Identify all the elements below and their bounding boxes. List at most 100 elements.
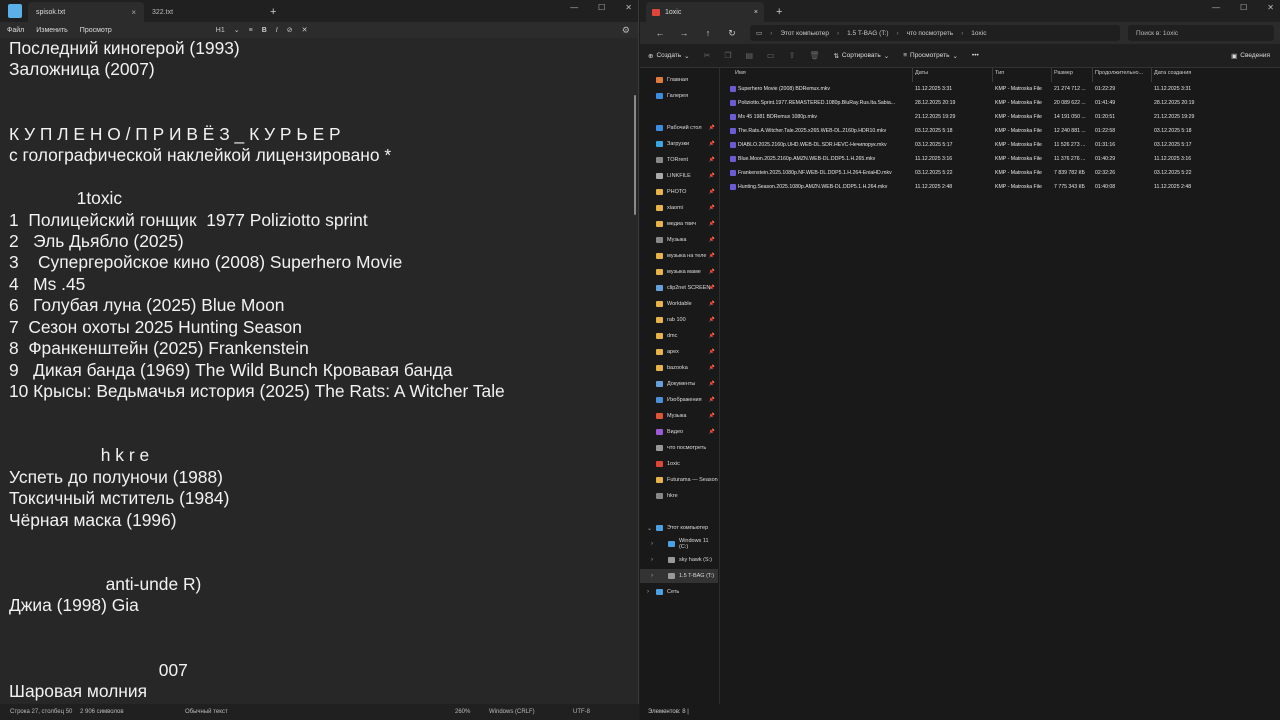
details-button[interactable]: ▣ Сведения [1231, 52, 1270, 60]
sidebar-item[interactable]: clip2net SCREEN 📌 [640, 281, 718, 295]
pin-icon[interactable]: 📌 [709, 365, 715, 371]
pin-icon[interactable]: 📌 [709, 157, 715, 163]
chevron-icon[interactable]: › [647, 589, 649, 595]
new-tab-button[interactable]: + [776, 6, 782, 18]
back-icon[interactable]: ← [648, 28, 672, 38]
breadcrumb-this-pc[interactable]: Этот компьютер [780, 30, 829, 37]
sidebar-item[interactable]: bazooka 📌 [640, 361, 718, 375]
sidebar-item[interactable]: медиа твич 📌 [640, 217, 718, 231]
pin-icon[interactable]: 📌 [709, 173, 715, 179]
tab-spisok[interactable]: spisok.txt × [28, 2, 144, 22]
breadcrumb-drive[interactable]: 1.5 T-BAG (T:) [847, 30, 888, 37]
file-row[interactable]: Frankenstein.2025.1080p.NF.WEB-DL.DDP5.1… [728, 167, 1228, 181]
new-tab-button[interactable]: + [270, 6, 276, 18]
pin-icon[interactable]: 📌 [709, 333, 715, 339]
column-date[interactable]: Даты [915, 70, 928, 76]
search-input[interactable]: Поиск в: 1oxic [1128, 25, 1274, 41]
pin-icon[interactable]: 📌 [709, 269, 715, 275]
sidebar-item[interactable]: xiaomi 📌 [640, 201, 718, 215]
line-ending[interactable]: Windows (CRLF) [489, 709, 535, 715]
pin-icon[interactable]: 📌 [709, 349, 715, 355]
column-divider[interactable] [1051, 68, 1052, 82]
sidebar-item[interactable]: TORrent 📌 [640, 153, 718, 167]
link-button[interactable]: ⊘ [287, 26, 293, 34]
tree-item[interactable]: › sky hawk (S:) [640, 553, 718, 567]
pin-icon[interactable]: 📌 [709, 253, 715, 259]
address-bar[interactable]: ▭ › Этот компьютер › 1.5 T-BAG (T:) › чт… [750, 25, 1120, 41]
file-row[interactable]: DIABLO.2025.2160p.UHD.WEB-DL.SDR.HEVC-Не… [728, 139, 1228, 153]
tab-close-icon[interactable]: × [754, 9, 758, 16]
tab-322[interactable]: 322.txt [144, 2, 260, 22]
sidebar-item[interactable]: музыка маме 📌 [640, 265, 718, 279]
pin-icon[interactable]: 📌 [709, 429, 715, 435]
tree-item[interactable]: › Сеть [640, 585, 718, 599]
maximize-button[interactable]: ☐ [598, 3, 605, 12]
close-button[interactable]: ✕ [625, 3, 632, 12]
pin-icon[interactable]: 📌 [709, 141, 715, 147]
up-icon[interactable]: ↑ [696, 28, 720, 38]
chevron-icon[interactable]: ⌄ [647, 525, 652, 532]
sidebar-item[interactable]: Видео 📌 [640, 425, 718, 439]
column-divider[interactable] [1092, 68, 1093, 82]
close-button[interactable]: ✕ [1267, 3, 1274, 12]
column-size[interactable]: Размер [1054, 70, 1073, 76]
column-divider[interactable] [992, 68, 993, 82]
pin-icon[interactable]: 📌 [709, 301, 715, 307]
sidebar-item[interactable]: rab 100 📌 [640, 313, 718, 327]
minimize-button[interactable]: — [1212, 3, 1220, 12]
heading-dropdown[interactable]: H1 [216, 27, 225, 34]
file-row[interactable]: Poliziotto.Sprint.1977.REMASTERED.1080p.… [728, 97, 1228, 111]
settings-gear-icon[interactable]: ⚙ [622, 25, 630, 36]
list-icon[interactable]: ≡ [249, 27, 253, 34]
clear-format-button[interactable]: ✕ [302, 26, 308, 34]
pin-icon[interactable]: 📌 [709, 317, 715, 323]
tab-close-icon[interactable]: × [131, 8, 136, 17]
menu-edit[interactable]: Изменить [36, 27, 68, 34]
column-duration[interactable]: Продолжительно... [1095, 70, 1143, 76]
pin-icon[interactable]: 📌 [709, 413, 715, 419]
sidebar-item[interactable]: 1oxic [640, 457, 718, 471]
sort-button[interactable]: ⇅ Сортировать ⌄ [833, 52, 889, 60]
more-options-button[interactable]: ••• [972, 52, 979, 59]
tree-item[interactable]: › Windows 11 (C:) [640, 537, 718, 551]
sidebar-item[interactable]: PHOTO 📌 [640, 185, 718, 199]
tree-item[interactable]: › 1.5 T-BAG (T:) [640, 569, 718, 583]
sidebar-item[interactable]: Галерея [640, 89, 718, 103]
file-row[interactable]: Hunting.Season.2025.1080p.AMZN.WEB-DL.DD… [728, 181, 1228, 195]
forward-icon[interactable]: → [672, 28, 696, 38]
create-button[interactable]: ⊕ Создать ⌄ [648, 52, 690, 60]
sidebar-item[interactable]: Рабочий стол 📌 [640, 121, 718, 135]
pin-icon[interactable]: 📌 [709, 397, 715, 403]
pin-icon[interactable]: 📌 [709, 221, 715, 227]
vertical-scrollbar[interactable] [634, 95, 636, 215]
pin-icon[interactable]: 📌 [709, 237, 715, 243]
sidebar-item[interactable]: Главная [640, 73, 718, 87]
breadcrumb-current[interactable]: 1oxic [971, 30, 986, 37]
sidebar-item[interactable]: Изображения 📌 [640, 393, 718, 407]
pin-icon[interactable]: 📌 [709, 381, 715, 387]
maximize-button[interactable]: ☐ [1240, 3, 1247, 12]
refresh-icon[interactable]: ↻ [720, 28, 744, 39]
menu-view[interactable]: Просмотр [80, 27, 112, 34]
sidebar-item[interactable]: apex 📌 [640, 345, 718, 359]
minimize-button[interactable]: — [570, 3, 578, 12]
notepad-text-area[interactable]: Последний киногерой (1993) Заложница (200… [9, 38, 629, 703]
italic-button[interactable]: I [276, 27, 278, 34]
sidebar-item[interactable]: LINKFILE 📌 [640, 169, 718, 183]
chevron-icon[interactable]: › [651, 557, 653, 563]
tree-item[interactable]: ⌄ Этот компьютер [640, 521, 718, 535]
sidebar-item[interactable]: dmc 📌 [640, 329, 718, 343]
pin-icon[interactable]: 📌 [709, 205, 715, 211]
column-name[interactable]: Имя [735, 70, 746, 76]
chevron-icon[interactable]: › [651, 573, 653, 579]
tab-1oxic[interactable]: 1oxic × [646, 2, 764, 22]
bold-button[interactable]: B [262, 27, 267, 34]
sidebar-item[interactable]: hkre [640, 489, 718, 503]
sidebar-item[interactable]: Загрузки 📌 [640, 137, 718, 151]
column-created[interactable]: Дата создания [1154, 70, 1191, 76]
column-divider[interactable] [912, 68, 913, 82]
menu-file[interactable]: Файл [7, 27, 24, 34]
file-row[interactable]: Superhero Movie (2008) BDRemux.mkv 11.12.… [728, 83, 1228, 97]
pin-icon[interactable]: 📌 [709, 285, 715, 291]
sidebar-item[interactable]: что посмотреть [640, 441, 718, 455]
